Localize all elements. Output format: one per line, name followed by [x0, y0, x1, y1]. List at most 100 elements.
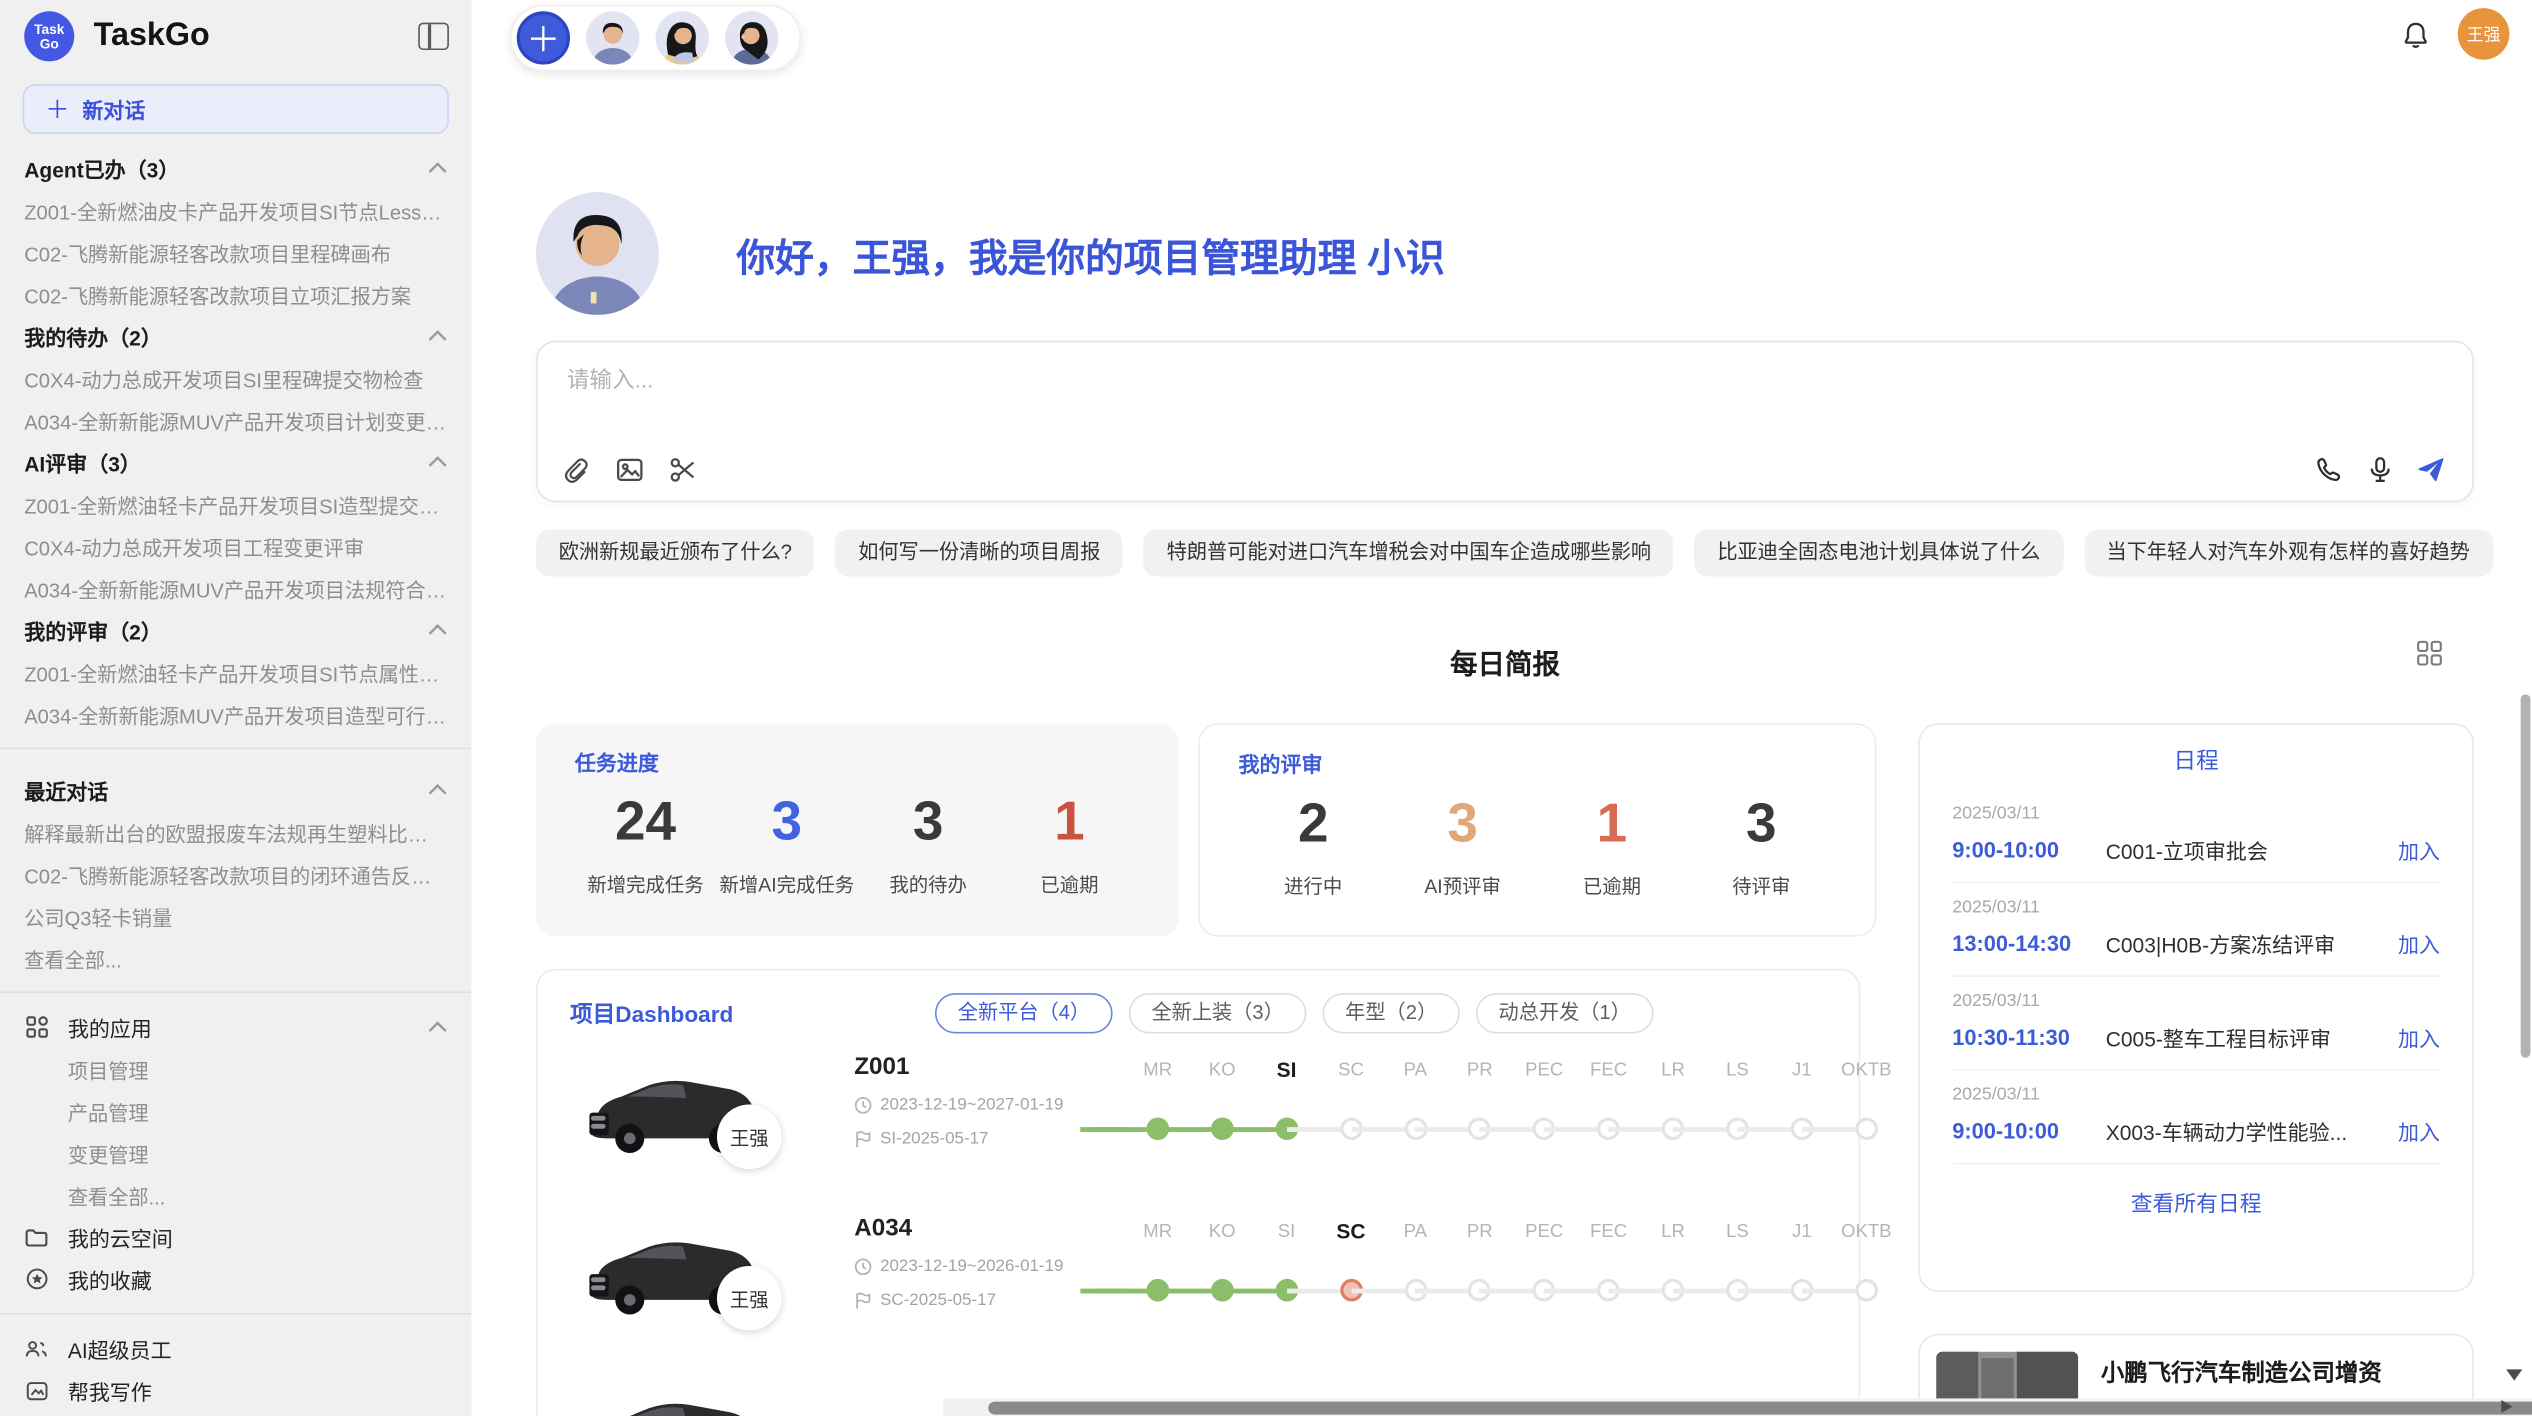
label: 变更管理: [68, 1138, 149, 1169]
sidebar-task-item[interactable]: A034-全新新能源MUV产品开发项目计划变更表编写: [0, 399, 472, 441]
stat-value: 24: [615, 786, 676, 857]
my-apps-view-all-link[interactable]: 查看全部...: [0, 1174, 472, 1216]
sidebar-task-item[interactable]: Z001-全新燃油皮卡产品开发项目SI节点Lesson Learn报告: [0, 189, 472, 231]
avatar[interactable]: [656, 11, 709, 64]
label: AI评审（3）: [24, 446, 141, 477]
sidebar-section-header[interactable]: Agent已办（3）: [0, 147, 472, 189]
scissors-icon[interactable]: [667, 454, 698, 485]
sidebar-task-item[interactable]: C02-飞腾新能源轻客改款项目立项汇报方案: [0, 273, 472, 315]
milestone: SC: [1319, 1218, 1383, 1247]
chevron-up-icon[interactable]: [428, 623, 447, 636]
sidebar-task-item[interactable]: C0X4-动力总成开发项目SI里程碑提交物检查: [0, 357, 472, 399]
task-progress-title: 任务进度: [575, 746, 1140, 777]
suggestion-chip[interactable]: 当下年轻人对汽车外观有怎样的喜好趋势: [2084, 530, 2493, 577]
label: 查看全部...: [24, 942, 122, 973]
sidebar-section-header[interactable]: 我的待办（2）: [0, 315, 472, 357]
event-join-link[interactable]: 加入: [2398, 1116, 2440, 1147]
project-code: A034: [854, 1214, 1063, 1241]
milestone: LS: [1705, 1056, 1769, 1085]
event-time: 9:00-10:00: [1952, 838, 2105, 862]
new-chat-button[interactable]: ＋ 新对话: [23, 84, 449, 134]
milestone-label: PR: [1448, 1218, 1512, 1247]
sidebar-task-item[interactable]: Z001-全新燃油轻卡产品开发项目SI节点属性5D文件评审: [0, 651, 472, 693]
apps-grid-icon: [24, 1015, 48, 1039]
my-apps-subitem[interactable]: 变更管理: [0, 1132, 472, 1174]
avatar[interactable]: [725, 11, 778, 64]
vertical-scrollbar-thumb[interactable]: [2521, 694, 2531, 1057]
chevron-up-icon[interactable]: [428, 783, 447, 796]
chevron-up-icon[interactable]: [428, 1021, 447, 1034]
scroll-down-arrow[interactable]: [2506, 1369, 2522, 1380]
sidebar-task-item[interactable]: C02-飞腾新能源轻客改款项目里程碑画布: [0, 231, 472, 273]
milestone-label: KO: [1190, 1056, 1254, 1085]
suggestion-chip[interactable]: 欧洲新规最近颁布了什么?: [536, 530, 814, 577]
attachment-icon[interactable]: [560, 454, 591, 485]
sidebar-task-item[interactable]: Z001-全新燃油轻卡产品开发项目SI造型提交物评审: [0, 483, 472, 525]
sidebar-item-ai-super-staff[interactable]: AI超级员工: [0, 1327, 472, 1369]
sidebar-task-item[interactable]: A034-全新新能源MUV产品开发项目法规符合性评审: [0, 567, 472, 609]
sidebar-item-favorites[interactable]: 我的收藏: [0, 1258, 472, 1300]
new-chat-label: 新对话: [82, 94, 145, 125]
my-apps-label: 我的应用: [68, 1012, 428, 1043]
recent-chat-item[interactable]: C02-飞腾新能源轻客改款项目的闭环通告反馈情况: [0, 853, 472, 895]
recent-chat-item[interactable]: 解释最新出台的欧盟报废车法规再生塑料比例被调至15%...: [0, 811, 472, 853]
phone-call-icon[interactable]: [2312, 454, 2343, 485]
suggestion-chip[interactable]: 特朗普可能对进口汽车增税会对中国车企造成哪些影响: [1144, 530, 1674, 577]
microphone-icon[interactable]: [2364, 454, 2395, 485]
chevron-up-icon[interactable]: [428, 161, 447, 174]
sidebar-task-item[interactable]: C0X4-动力总成开发项目工程变更评审: [0, 525, 472, 567]
schedule-event: 2025/03/1113:00-14:30C003|H0B-方案冻结评审加入: [1952, 883, 2440, 977]
view-all-schedule-link[interactable]: 查看所有日程: [1952, 1185, 2440, 1217]
milestone: PR: [1448, 1218, 1512, 1247]
my-apps-subitem[interactable]: 产品管理: [0, 1090, 472, 1132]
layout-grid-icon[interactable]: [2416, 639, 2443, 675]
dashboard-tab[interactable]: 全新上装（3）: [1129, 993, 1307, 1033]
sidebar-header: Task Go TaskGo: [0, 0, 472, 71]
scroll-right-arrow[interactable]: [2501, 1400, 2512, 1413]
add-member-button[interactable]: ＋: [517, 11, 570, 64]
sidebar-item-help-me-write[interactable]: 帮我写作: [0, 1369, 472, 1411]
event-join-link[interactable]: 加入: [2398, 835, 2440, 866]
chevron-up-icon[interactable]: [428, 455, 447, 468]
dashboard-tab[interactable]: 动总开发（1）: [1476, 993, 1654, 1033]
sidebar-task-item[interactable]: A034-全新新能源MUV产品开发项目造型可行性评审: [0, 693, 472, 735]
avatar[interactable]: [586, 11, 639, 64]
event-join-link[interactable]: 加入: [2398, 929, 2440, 960]
milestone-label: FEC: [1576, 1218, 1640, 1247]
dashboard-tab[interactable]: 全新平台（4）: [935, 993, 1113, 1033]
greeting-text: 你好，王强，我是你的项目管理助理 小识: [736, 225, 1444, 282]
image-upload-icon[interactable]: [614, 454, 645, 485]
my-apps-subitem[interactable]: 项目管理: [0, 1048, 472, 1090]
label: 产品管理: [68, 1096, 149, 1127]
horizontal-scrollbar-thumb[interactable]: [988, 1401, 2532, 1414]
recent-chats-header[interactable]: 最近对话: [0, 769, 472, 811]
user-avatar[interactable]: 王强: [2458, 8, 2510, 60]
notification-bell-icon[interactable]: [2401, 21, 2430, 50]
chat-input[interactable]: [564, 365, 2447, 394]
send-icon[interactable]: [2416, 454, 2447, 485]
milestone-dot[interactable]: [1855, 1279, 1878, 1302]
suggestion-chip[interactable]: 比亚迪全固态电池计划具体说了什么: [1695, 530, 2063, 577]
milestone: PA: [1383, 1218, 1447, 1247]
label: 我的待办（2）: [24, 321, 162, 352]
recent-view-all-link[interactable]: 查看全部...: [0, 937, 472, 979]
event-title: C001-立项审批会: [2106, 835, 2398, 866]
my-review-stats: 2进行中3AI预评审1已逾期3待评审: [1239, 788, 1836, 899]
sidebar-item-creative-drawing[interactable]: 创意制图: [0, 1411, 472, 1416]
sidebar-item-my-apps[interactable]: 我的应用: [0, 1006, 472, 1048]
schedule-card: 日程 2025/03/119:00-10:00C001-立项审批会加入2025/…: [1918, 723, 2473, 1291]
chevron-up-icon[interactable]: [428, 329, 447, 342]
suggestion-chip[interactable]: 如何写一份清晰的项目周报: [836, 530, 1123, 577]
label: Z001-全新燃油轻卡产品开发项目SI造型提交物评审: [24, 488, 447, 519]
milestone-dot[interactable]: [1855, 1117, 1878, 1140]
stat-item: 1已逾期: [1537, 788, 1686, 899]
sidebar-task-sections: Agent已办（3） Z001-全新燃油皮卡产品开发项目SI节点Lesson Le…: [0, 140, 472, 734]
sidebar-section-header[interactable]: AI评审（3）: [0, 441, 472, 483]
sidebar-section-header[interactable]: 我的评审（2）: [0, 609, 472, 651]
event-join-link[interactable]: 加入: [2398, 1022, 2440, 1053]
recent-chat-item[interactable]: 公司Q3轻卡销量: [0, 895, 472, 937]
dashboard-tab[interactable]: 年型（2）: [1323, 993, 1460, 1033]
sidebar-collapse-icon[interactable]: [418, 23, 449, 50]
label: Z001-全新燃油皮卡产品开发项目SI节点Lesson Learn报告: [24, 195, 447, 226]
sidebar-item-cloud-space[interactable]: 我的云空间: [0, 1216, 472, 1258]
